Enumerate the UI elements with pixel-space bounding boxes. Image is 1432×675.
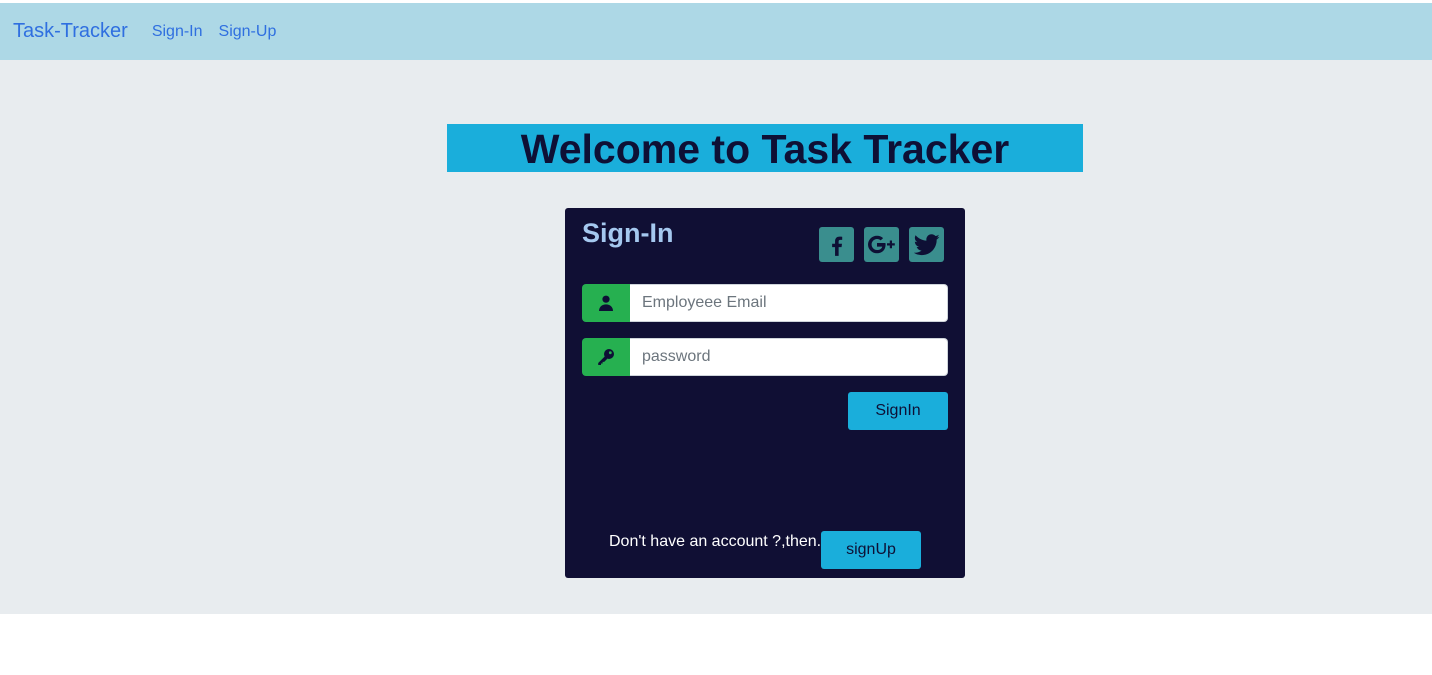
key-icon: [582, 338, 630, 376]
main-content: Welcome to Task Tracker Sign-In Employee…: [0, 60, 1432, 614]
page: Task-Tracker Sign-In Sign-Up Welcome to …: [0, 0, 1432, 675]
user-icon: [582, 284, 630, 322]
signup-prompt-text: Don't have an account ?,then..: [609, 533, 826, 550]
welcome-heading: Welcome to Task Tracker: [447, 124, 1083, 172]
signup-button[interactable]: signUp: [821, 531, 921, 569]
signin-button[interactable]: SignIn: [848, 392, 948, 430]
email-input[interactable]: [630, 284, 948, 322]
google-plus-icon[interactable]: [864, 227, 899, 262]
password-input-group: [582, 338, 948, 376]
password-input[interactable]: [630, 338, 948, 376]
nav-link-sign-in[interactable]: Sign-In: [152, 23, 203, 41]
nav-link-sign-up[interactable]: Sign-Up: [219, 23, 277, 41]
twitter-icon[interactable]: [909, 227, 944, 262]
email-input-group: [582, 284, 948, 322]
brand-link[interactable]: Task-Tracker: [13, 20, 128, 43]
navbar: Task-Tracker Sign-In Sign-Up: [0, 3, 1432, 60]
signin-card: Sign-In Employeee Email SignIn Don't hav…: [565, 208, 965, 578]
card-title: Sign-In: [582, 218, 674, 248]
facebook-icon[interactable]: [819, 227, 854, 262]
